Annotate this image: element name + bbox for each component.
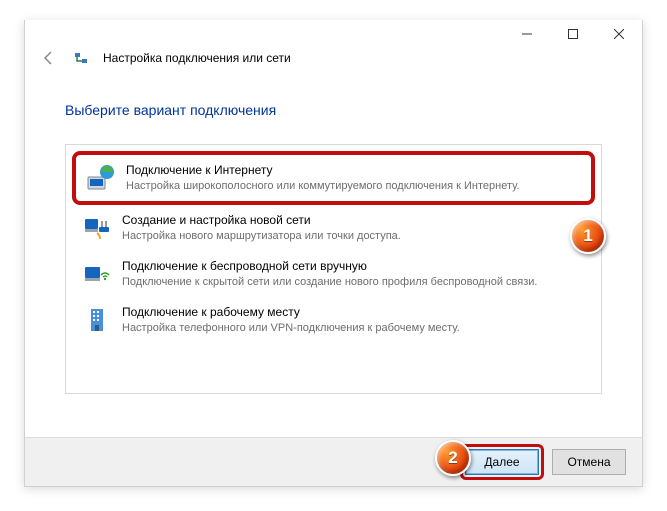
option-text: Подключение к рабочему месту Настройка т… <box>122 305 460 335</box>
titlebar <box>25 20 642 48</box>
window-title: Настройка подключения или сети <box>103 51 291 65</box>
wifi-monitor-icon <box>82 259 112 289</box>
option-title: Подключение к беспроводной сети вручную <box>122 259 537 275</box>
option-desc: Настройка телефонного или VPN-подключени… <box>122 321 460 335</box>
option-workplace[interactable]: Подключение к рабочему месту Настройка т… <box>72 297 595 343</box>
wizard-window: Настройка подключения или сети Выберите … <box>24 20 643 487</box>
callout-badge-1: 1 <box>570 218 606 254</box>
option-text: Создание и настройка новой сети Настройк… <box>122 213 401 243</box>
building-icon <box>82 305 112 335</box>
header: Настройка подключения или сети <box>25 48 642 76</box>
option-title: Подключение к Интернету <box>126 163 520 179</box>
maximize-button[interactable] <box>550 20 596 48</box>
globe-monitor-icon <box>86 163 116 193</box>
option-desc: Подключение к скрытой сети или создание … <box>122 275 537 289</box>
content: Выберите вариант подключения Подключение… <box>25 76 642 394</box>
option-desc: Настройка широкополосного или коммутируе… <box>126 179 520 193</box>
option-internet[interactable]: Подключение к Интернету Настройка широко… <box>72 151 595 205</box>
option-desc: Настройка нового маршрутизатора или точк… <box>122 229 401 243</box>
option-text: Подключение к Интернету Настройка широко… <box>126 163 520 193</box>
callout-badge-2: 2 <box>435 440 471 476</box>
next-button-highlight: Далее <box>460 444 544 480</box>
connection-options-list: Подключение к Интернету Настройка широко… <box>65 144 602 394</box>
network-center-icon <box>73 50 89 66</box>
callout-number: 1 <box>583 226 592 246</box>
option-new-network[interactable]: Создание и настройка новой сети Настройк… <box>72 205 595 251</box>
callout-number: 2 <box>448 448 457 468</box>
next-button[interactable]: Далее <box>465 449 539 475</box>
minimize-button[interactable] <box>504 20 550 48</box>
back-button[interactable] <box>39 48 59 68</box>
page-heading: Выберите вариант подключения <box>65 102 602 118</box>
button-bar: Далее Отмена <box>25 437 642 486</box>
option-title: Подключение к рабочему месту <box>122 305 460 321</box>
option-manual-wifi[interactable]: Подключение к беспроводной сети вручную … <box>72 251 595 297</box>
close-button[interactable] <box>596 20 642 48</box>
router-icon <box>82 213 112 243</box>
option-text: Подключение к беспроводной сети вручную … <box>122 259 537 289</box>
option-title: Создание и настройка новой сети <box>122 213 401 229</box>
cancel-button[interactable]: Отмена <box>552 449 626 475</box>
